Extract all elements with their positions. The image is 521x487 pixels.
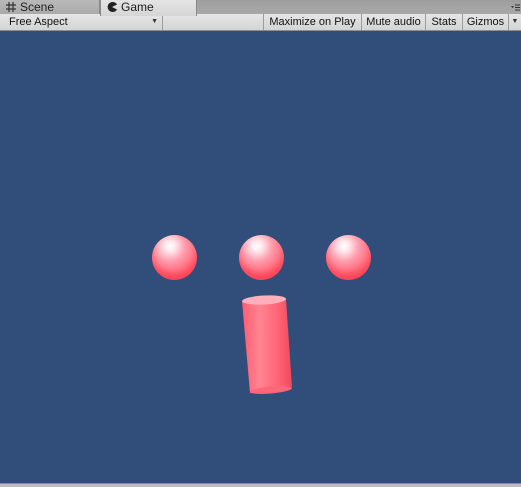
mute-label: Mute audio: [366, 16, 421, 28]
panel-menu-icon[interactable]: [510, 3, 520, 13]
tab-strip: Scene Game: [0, 0, 521, 16]
dropdown-arrow-icon: ▼: [151, 18, 158, 25]
game-view-toolbar: Free Aspect ▼ Maximize on Play Mute audi…: [0, 14, 521, 31]
maximize-label: Maximize on Play: [269, 16, 356, 28]
sphere-middle: [239, 235, 284, 280]
pacman-icon: [107, 2, 117, 12]
tab-game[interactable]: Game: [100, 0, 197, 16]
aspect-label: Free Aspect: [9, 16, 68, 28]
tab-label: Scene: [20, 0, 55, 14]
gizmos-toggle[interactable]: Gizmos: [462, 14, 508, 30]
mute-audio-toggle[interactable]: Mute audio: [361, 14, 425, 30]
window-bottom-border: [0, 483, 521, 487]
sphere-right: [326, 235, 371, 280]
tab-label: Game: [121, 0, 154, 14]
tab-scene[interactable]: Scene: [0, 0, 100, 15]
sphere-left: [152, 235, 197, 280]
maximize-on-play-toggle[interactable]: Maximize on Play: [263, 14, 361, 30]
grid-icon: [6, 2, 16, 12]
stats-toggle[interactable]: Stats: [425, 14, 462, 30]
game-viewport[interactable]: [0, 31, 521, 483]
unity-editor-window: Scene Game Free Aspect ▼ Maximize on Pla…: [0, 0, 521, 487]
stats-label: Stats: [431, 16, 457, 28]
gizmos-label: Gizmos: [466, 16, 505, 28]
gizmos-dropdown-arrow-icon[interactable]: ▼: [508, 14, 521, 30]
aspect-dropdown[interactable]: Free Aspect ▼: [0, 14, 163, 30]
cylinder: [242, 295, 292, 394]
